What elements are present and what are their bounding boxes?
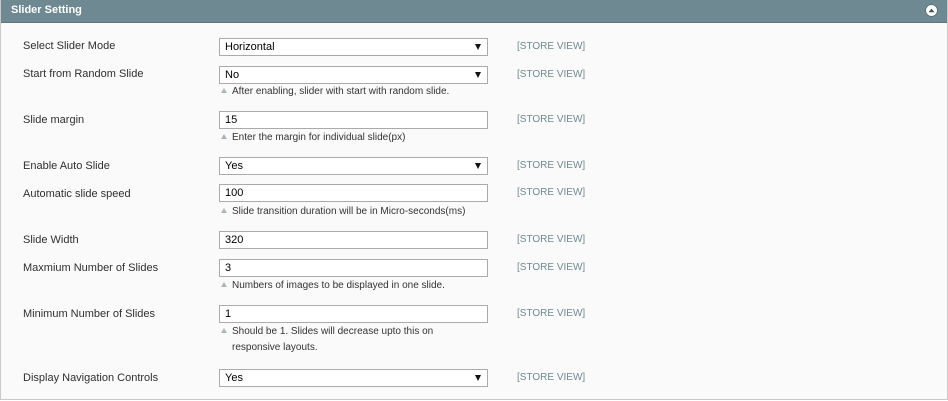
dropdown-arrow-icon bbox=[475, 375, 481, 381]
select-slider-mode[interactable]: Horizontal bbox=[219, 38, 488, 56]
note-text-line1: Should be 1. Slides will decrease upto t… bbox=[232, 326, 434, 337]
scope-label: [STORE VIEW] bbox=[517, 187, 586, 198]
input-automatic-slide-speed[interactable]: 100 bbox=[219, 184, 488, 202]
label-max-slides: Maxmium Number of Slides bbox=[23, 262, 159, 274]
input-slide-margin[interactable]: 15 bbox=[219, 111, 488, 129]
dropdown-arrow-icon bbox=[475, 163, 481, 169]
input-min-slides[interactable]: 1 bbox=[219, 305, 488, 323]
note-triangle-icon bbox=[221, 134, 227, 139]
note-triangle-icon bbox=[221, 282, 227, 287]
select-value: Yes bbox=[225, 372, 243, 384]
field-note: Slide transition duration will be in Mic… bbox=[221, 204, 465, 220]
label-display-navigation-controls: Display Navigation Controls bbox=[23, 372, 159, 384]
select-start-random-slide[interactable]: No bbox=[219, 66, 488, 84]
scope-label: [STORE VIEW] bbox=[517, 69, 586, 80]
scope-label: [STORE VIEW] bbox=[517, 41, 586, 52]
collapse-button[interactable] bbox=[925, 4, 938, 17]
note-text-line2: responsive layouts. bbox=[232, 342, 318, 353]
note-triangle-icon bbox=[221, 208, 227, 213]
field-note: Should be 1. Slides will decrease upto t… bbox=[221, 324, 433, 356]
scope-label: [STORE VIEW] bbox=[517, 262, 586, 273]
chevron-up-icon bbox=[928, 8, 935, 13]
label-automatic-slide-speed: Automatic slide speed bbox=[23, 188, 131, 200]
dropdown-arrow-icon bbox=[475, 72, 481, 78]
field-note: After enabling, slider with start with r… bbox=[221, 84, 449, 100]
field-note: Enter the margin for individual slide(px… bbox=[221, 130, 405, 146]
slider-setting-panel: Slider Setting Select Slider Mode Horizo… bbox=[0, 0, 948, 400]
label-select-slider-mode: Select Slider Mode bbox=[23, 40, 116, 52]
select-enable-auto-slide[interactable]: Yes bbox=[219, 157, 488, 175]
select-value: Yes bbox=[225, 160, 243, 172]
input-value: 100 bbox=[225, 187, 244, 199]
input-value: 3 bbox=[225, 262, 232, 274]
note-triangle-icon bbox=[221, 88, 227, 93]
select-value: No bbox=[225, 69, 240, 81]
input-value: 320 bbox=[225, 234, 244, 246]
input-value: 1 bbox=[225, 308, 232, 320]
input-value: 15 bbox=[225, 114, 238, 126]
input-slide-width[interactable]: 320 bbox=[219, 231, 488, 249]
note-text: Enter the margin for individual slide(px… bbox=[232, 132, 406, 143]
select-value: Horizontal bbox=[225, 41, 275, 53]
panel-header[interactable]: Slider Setting bbox=[1, 0, 947, 23]
note-triangle-icon bbox=[221, 328, 227, 333]
label-min-slides: Minimum Number of Slides bbox=[23, 308, 156, 320]
label-enable-auto-slide: Enable Auto Slide bbox=[23, 160, 110, 172]
scope-label: [STORE VIEW] bbox=[517, 114, 586, 125]
note-text: Numbers of images to be displayed in one… bbox=[232, 280, 445, 291]
note-text: After enabling, slider with start with r… bbox=[232, 86, 450, 97]
label-start-random-slide: Start from Random Slide bbox=[23, 68, 144, 80]
input-max-slides[interactable]: 3 bbox=[219, 259, 488, 277]
dropdown-arrow-icon bbox=[475, 44, 481, 50]
note-text: Slide transition duration will be in Mic… bbox=[232, 206, 466, 217]
scope-label: [STORE VIEW] bbox=[517, 308, 586, 319]
scope-label: [STORE VIEW] bbox=[517, 234, 586, 245]
scope-label: [STORE VIEW] bbox=[517, 160, 586, 171]
label-slide-margin: Slide margin bbox=[23, 114, 85, 126]
label-slide-width: Slide Width bbox=[23, 234, 79, 246]
field-note: Numbers of images to be displayed in one… bbox=[221, 278, 445, 294]
scope-label: [STORE VIEW] bbox=[517, 372, 586, 383]
select-display-navigation-controls[interactable]: Yes bbox=[219, 369, 488, 387]
panel-title: Slider Setting bbox=[11, 4, 82, 16]
